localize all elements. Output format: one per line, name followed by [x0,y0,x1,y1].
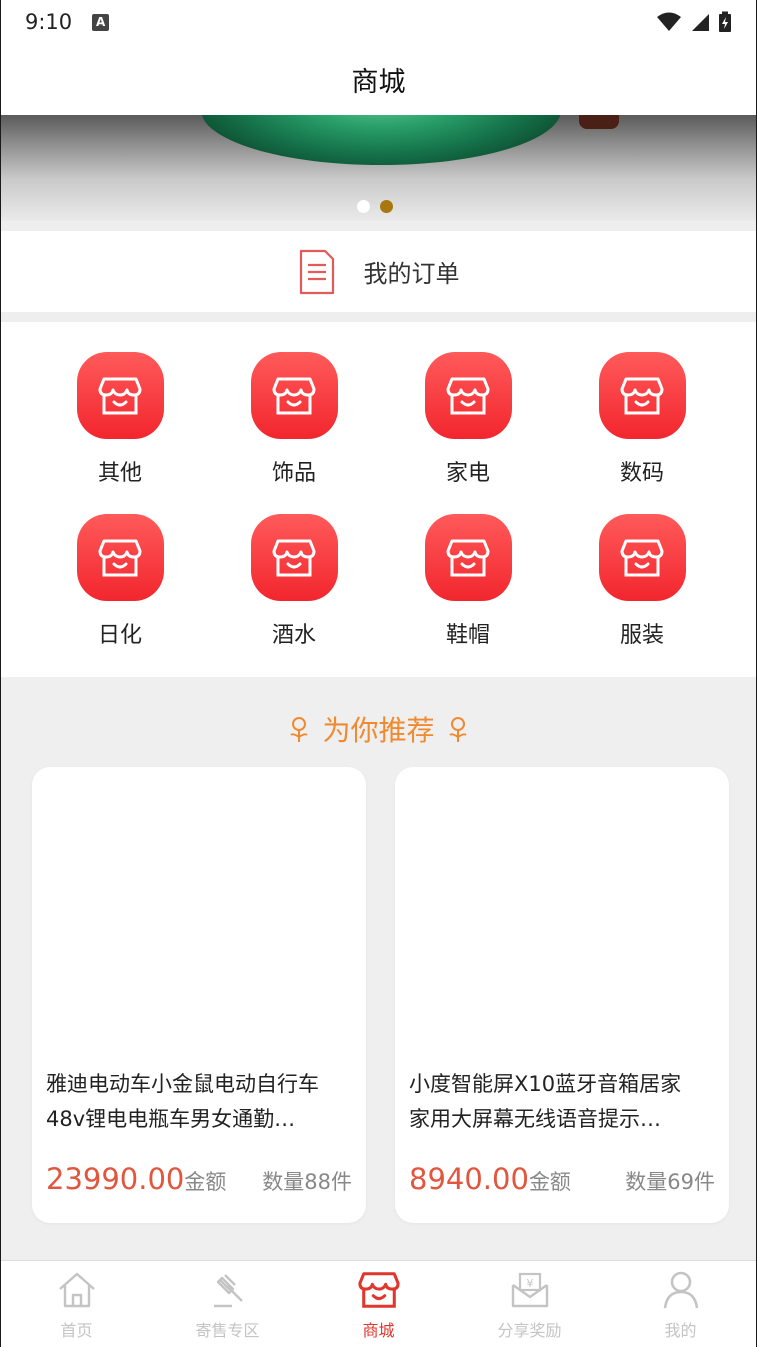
auction-hammer-icon [207,1269,249,1311]
category-label: 家电 [445,461,490,486]
product-quantity: 数量88件 [262,1170,352,1194]
title-bar: 商城 [1,44,756,115]
store-icon [357,1269,400,1311]
tab-label: 我的 [664,1321,697,1340]
price-row: 23990.00 金额 数量88件 [46,1162,352,1196]
flower-icon [290,717,309,742]
carousel-dot-active[interactable] [380,200,393,213]
product-name-line: 小度智能屏X10蓝牙音箱居家 [409,1072,682,1096]
store-icon [76,352,164,439]
page-title: 商城 [351,67,406,98]
product-card[interactable]: 雅迪电动车小金鼠电动自行车 48v锂电电瓶车男女通勤… 23990.00 金额 … [32,767,366,1223]
store-icon [424,514,512,601]
tab-label: 寄售专区 [195,1321,260,1340]
signal-icon [692,14,709,31]
carousel-dot[interactable] [357,200,370,213]
person-icon [660,1269,702,1311]
category-item-daily-chemicals[interactable]: 日化 [45,514,195,654]
product-image [32,767,366,1057]
recommend-header: 为你推荐 [1,709,756,749]
store-icon [76,514,164,601]
tab-home[interactable]: 首页 [1,1261,152,1347]
svg-text:¥: ¥ [526,1277,533,1290]
product-price: 8940.00 [409,1162,529,1196]
store-icon [424,352,512,439]
banner-image-detail [579,115,619,129]
status-time: 9:10 [25,10,73,34]
flower-icon [448,717,467,742]
divider [1,312,756,322]
product-price: 23990.00 [46,1162,185,1196]
category-item-clothing[interactable]: 服装 [567,514,717,654]
price-row: 8940.00 金额 数量69件 [409,1162,715,1196]
tab-mine[interactable]: 我的 [605,1261,756,1347]
category-item-other[interactable]: 其他 [45,352,195,492]
tab-consignment[interactable]: 寄售专区 [152,1261,303,1347]
divider [1,221,756,231]
category-label: 数码 [619,461,664,486]
tab-label: 商城 [362,1321,395,1340]
wifi-icon [657,12,681,31]
battery-icon [719,11,731,32]
product-image [395,767,729,1057]
recommend-section: 为你推荐 雅迪电动车小金鼠电动自行车 48v锂电电瓶车男女通勤… 23990.0… [1,677,756,1260]
my-orders-label: 我的订单 [363,260,460,288]
product-name-line: 48v锂电电瓶车男女通勤… [46,1107,296,1131]
tab-label: 首页 [60,1321,93,1340]
envelope-yen-icon: ¥ [509,1269,551,1311]
category-item-shoes-hats[interactable]: 鞋帽 [393,514,543,654]
category-item-accessories[interactable]: 饰品 [219,352,369,492]
tab-share-rewards[interactable]: ¥ 分享奖励 [454,1261,605,1347]
recommend-title: 为你推荐 [322,714,435,747]
status-bar: 9:10 A [1,0,756,44]
home-icon [56,1269,98,1311]
category-label: 日化 [97,623,142,648]
category-grid: 其他 饰品 家电 数码 日化 酒水 鞋帽 服装 [1,322,756,677]
notification-a-icon: A [92,13,110,31]
store-icon [598,514,686,601]
category-label: 酒水 [271,623,316,648]
status-icons [656,11,732,33]
store-icon [598,352,686,439]
product-name-line: 雅迪电动车小金鼠电动自行车 [46,1072,319,1096]
store-icon [250,352,338,439]
product-card[interactable]: 小度智能屏X10蓝牙音箱居家 家用大屏幕无线语音提示… 8940.00 金额 数… [395,767,729,1223]
product-quantity: 数量69件 [625,1170,715,1194]
category-item-appliances[interactable]: 家电 [393,352,543,492]
product-name-line: 家用大屏幕无线语音提示… [409,1107,661,1131]
category-item-drinks[interactable]: 酒水 [219,514,369,654]
banner-image [201,115,561,165]
bottom-tab-bar: 首页 寄售专区 商城 ¥ 分享奖励 我的 [1,1260,756,1347]
banner-carousel[interactable] [1,115,756,221]
product-name: 雅迪电动车小金鼠电动自行车 48v锂电电瓶车男女通勤… [46,1067,356,1149]
category-label: 鞋帽 [445,623,490,648]
store-icon [250,514,338,601]
my-orders-button[interactable]: 我的订单 [1,231,756,312]
category-item-digital[interactable]: 数码 [567,352,717,492]
tab-label: 分享奖励 [497,1321,562,1340]
category-label: 饰品 [271,461,316,486]
price-unit: 金额 [528,1170,571,1194]
category-label: 服装 [619,623,664,648]
price-unit: 金额 [184,1170,227,1194]
product-name: 小度智能屏X10蓝牙音箱居家 家用大屏幕无线语音提示… [409,1067,719,1149]
category-label: 其他 [97,461,142,486]
document-icon [299,249,334,294]
tab-mall[interactable]: 商城 [303,1261,454,1347]
